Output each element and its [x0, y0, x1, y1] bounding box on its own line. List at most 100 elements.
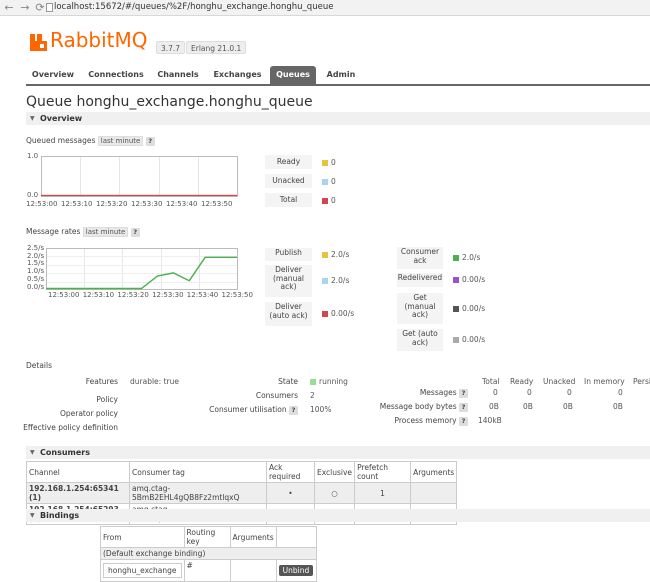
legend-swatch	[322, 251, 328, 258]
bindings-section-header[interactable]: ▼ Bindings	[26, 509, 650, 522]
state-swatch	[310, 379, 316, 385]
rates-legend-label: Deliver (auto ack)	[265, 302, 312, 326]
col-routing-key: Routing key	[183, 526, 231, 548]
queued-y-tick-top: 1.0	[27, 152, 39, 160]
tab-queues[interactable]: Queues	[270, 66, 316, 84]
state-value: running	[310, 377, 348, 386]
queued-help-icon[interactable]: ?	[145, 137, 155, 146]
queued-legend-label: Unacked	[265, 174, 312, 188]
overview-section-header[interactable]: ▼ Overview	[26, 112, 650, 125]
messages-ready: 0	[527, 388, 532, 397]
rates-x-tick: 12:53:40	[186, 291, 219, 299]
bindings-table: From Routing key Arguments (Default exch…	[100, 526, 317, 582]
features-label: Features	[85, 377, 118, 386]
messages-text: Messages	[419, 388, 457, 397]
col-binding-arguments: Arguments	[229, 526, 277, 548]
queued-x-tick: 12:53:50	[201, 200, 233, 208]
arguments-cell	[410, 482, 458, 504]
page-info-icon[interactable]	[46, 3, 53, 12]
queued-legend-label: Ready	[265, 155, 312, 169]
back-icon[interactable]: ←	[2, 1, 16, 15]
queued-x-tick: 12:53:30	[131, 200, 163, 208]
binding-from-cell: honghu_exchange	[100, 559, 185, 582]
body-bytes-unacked: 0B	[563, 402, 573, 411]
address-bar[interactable]: localhost:15672/#/queues/%2F/honghu_exch…	[54, 2, 333, 12]
message-rates-chart	[46, 248, 238, 290]
body-bytes-text: Message body bytes	[379, 402, 457, 411]
channel-link[interactable]: 192.168.1.254:65341 (1)	[26, 482, 130, 504]
col-channel: Channel	[26, 461, 130, 483]
queued-legend-value: 0	[322, 177, 336, 186]
rates-legend-label: Get (manual ack)	[397, 293, 443, 324]
reload-icon[interactable]: ⟳	[33, 1, 47, 15]
rates-legend-label: Publish	[265, 248, 312, 261]
rates-legend-value: 2.0/s	[453, 253, 480, 262]
body-bytes-in-memory: 0B	[613, 402, 623, 411]
queued-y-tick-bottom: 0.0	[27, 191, 39, 199]
body-bytes-total: 0B	[489, 402, 499, 411]
messages-unacked: 0	[567, 388, 572, 397]
legend-swatch	[453, 255, 459, 261]
consumers-section-title: Consumers	[40, 448, 90, 457]
tab-channels[interactable]: Channels	[152, 66, 204, 84]
queued-legend-label: Total	[265, 193, 312, 207]
page-title: Queue honghu_exchange.honghu_queue	[26, 94, 313, 110]
queued-legend-value: 0	[322, 196, 336, 205]
version-badge: 3.7.7	[156, 41, 186, 54]
consumers-section-header[interactable]: ▼ Consumers	[26, 446, 650, 459]
binding-from-value[interactable]: honghu_exchange	[103, 563, 182, 578]
messages-help-icon[interactable]: ?	[459, 389, 468, 398]
rates-x-tick: 12:53:00	[48, 291, 80, 299]
consumers-value: 2	[310, 391, 315, 400]
binding-actions-cell: Unbind	[275, 559, 317, 582]
queued-x-tick: 12:53:40	[166, 200, 198, 208]
stats-header-total: Total	[482, 377, 500, 386]
unbind-button[interactable]: Unbind	[278, 565, 314, 576]
effective-policy-label: Effective policy definition	[23, 423, 118, 432]
tab-admin[interactable]: Admin	[321, 66, 361, 84]
rates-x-tick: 12:53:20	[117, 291, 149, 299]
queued-chart-frame	[41, 156, 238, 197]
browser-toolbar: ← → ⟳ localhost:15672/#/queues/%2F/hongh…	[0, 0, 650, 16]
queued-messages-chart	[41, 156, 238, 197]
binding-arguments-cell	[229, 559, 277, 582]
rates-help-icon[interactable]: ?	[130, 228, 140, 237]
erlang-badge: Erlang 21.0.1	[186, 41, 247, 54]
message-rates-text: Message rates	[26, 227, 81, 236]
tab-connections[interactable]: Connections	[85, 66, 147, 84]
prefetch-count-cell: 1	[354, 482, 412, 504]
consumers-label: Consumers	[255, 391, 298, 400]
utilisation-help-icon[interactable]: ?	[289, 406, 298, 415]
exclusive-cell: ○	[313, 482, 356, 504]
rates-legend-value: 0.00/s	[322, 309, 354, 318]
consumer-utilisation-text: Consumer utilisation	[209, 405, 287, 414]
consumer-utilisation-label: Consumer utilisation ?	[190, 405, 298, 415]
col-from: From	[100, 526, 185, 548]
legend-swatch	[453, 337, 459, 343]
legend-swatch	[322, 198, 328, 204]
forward-icon[interactable]: →	[18, 1, 32, 15]
state-text: running	[319, 377, 348, 386]
rates-range-button[interactable]: last minute	[82, 227, 129, 237]
queued-messages-label: Queued messages last minute ?	[26, 136, 155, 146]
queued-messages-text: Queued messages	[26, 136, 96, 145]
rates-legend-label: Get (auto ack)	[397, 329, 443, 351]
tab-underline	[26, 84, 650, 86]
tab-exchanges[interactable]: Exchanges	[210, 66, 265, 84]
details-label: Details	[26, 361, 53, 370]
rates-legend-label: Deliver (manual ack)	[265, 265, 312, 297]
policy-label: Policy	[96, 395, 118, 404]
message-rates-label: Message rates last minute ?	[26, 227, 140, 237]
queued-range-button[interactable]: last minute	[97, 136, 144, 146]
binding-routing-key: #	[183, 559, 231, 582]
process-memory-help-icon[interactable]: ?	[459, 417, 468, 426]
overview-section-title: Overview	[40, 114, 83, 123]
tab-overview[interactable]: Overview	[27, 66, 79, 84]
messages-label: Messages ?	[380, 388, 468, 398]
legend-swatch	[322, 311, 328, 317]
process-memory-value: 140kB	[478, 416, 502, 425]
body-bytes-help-icon[interactable]: ?	[459, 403, 468, 412]
rabbitmq-logo-icon	[30, 34, 47, 51]
rates-legend-value: 2.0/s	[322, 276, 349, 285]
col-prefetch: Prefetch count	[354, 461, 412, 483]
